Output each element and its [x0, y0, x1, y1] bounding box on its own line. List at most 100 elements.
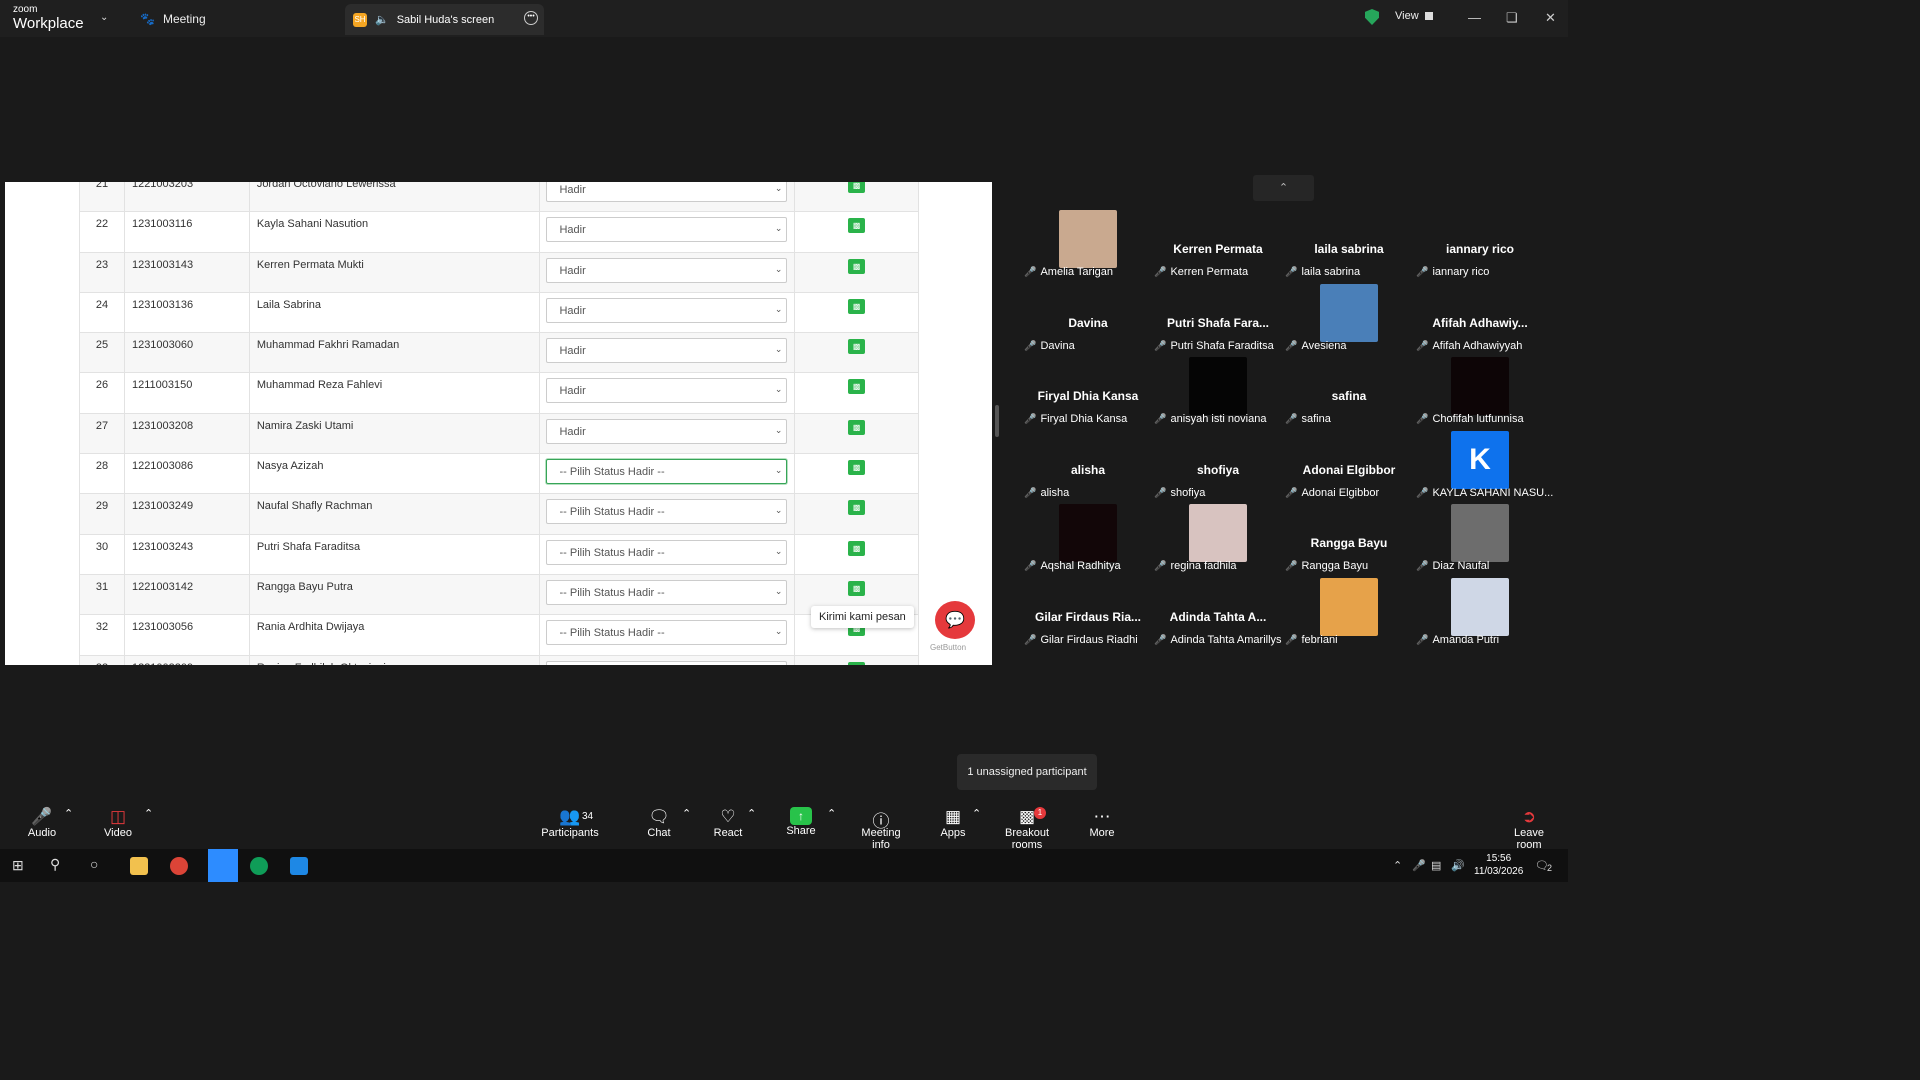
video-options-caret[interactable]: ⌃	[144, 807, 153, 820]
status-select[interactable]: Hadir ⌄	[546, 338, 788, 364]
gallery-scroll-up-button[interactable]: ⌃	[1253, 175, 1314, 201]
participant-tile[interactable]: iannary rico 🎤 iannary rico	[1416, 218, 1544, 288]
status-select[interactable]: -- Pilih Status Hadir --⌄	[546, 620, 788, 646]
video-button[interactable]: ◫ Video	[102, 807, 134, 839]
tab-shared-screen[interactable]: SH 🔈 Sabil Huda's screen •••	[345, 4, 544, 35]
save-button[interactable]: ▩	[848, 500, 866, 516]
participant-tile[interactable]: shofiya 🎤 shofiya	[1154, 439, 1282, 509]
save-button[interactable]: ▩	[848, 540, 866, 556]
participant-name-label: 🎤 Davina	[1024, 340, 1075, 352]
status-select[interactable]: Hadir ⌄	[546, 418, 788, 444]
more-button[interactable]: ⋯ More	[1088, 807, 1116, 839]
chat-widget-button[interactable]: 💬	[935, 601, 975, 639]
meeting-info-button[interactable]: ⓘ Meeting info	[852, 807, 910, 851]
save-icon: ▩	[852, 221, 861, 231]
share-icon: ↑	[790, 807, 812, 825]
participant-tile[interactable]: Adinda Tahta A... 🎤 Adinda Tahta Amarillys	[1154, 586, 1282, 656]
tab-meeting[interactable]: 🐾 Meeting	[140, 0, 206, 37]
tray-chevron-icon[interactable]: ⌃	[1393, 859, 1402, 872]
save-button[interactable]: ▩	[848, 298, 866, 314]
breakout-rooms-button[interactable]: ▩ Breakout rooms	[992, 807, 1062, 851]
participant-tile[interactable]: 🎤 febriani	[1285, 578, 1413, 656]
chrome-profile-icon[interactable]	[250, 857, 268, 875]
chat-widget-label[interactable]: Kirimi kami pesan	[811, 606, 914, 628]
participant-tile[interactable]: 🎤 Avesiena	[1285, 284, 1413, 362]
save-button[interactable]: ▩	[848, 258, 866, 274]
split-resize-handle[interactable]	[995, 405, 999, 437]
status-select[interactable]: -- Pilih Status Hadir --⌄	[546, 459, 788, 485]
participant-tile[interactable]: 🎤 Diaz Naufal	[1416, 504, 1544, 582]
participant-tile[interactable]: 🎤 Amelia Tarigan	[1024, 210, 1152, 288]
audio-options-caret[interactable]: ⌃	[64, 807, 73, 820]
participant-tile[interactable]: 🎤 anisyah isti noviana	[1154, 357, 1282, 435]
chevron-down-icon[interactable]: ⌄	[100, 12, 108, 23]
file-explorer-icon[interactable]	[130, 857, 148, 875]
save-button[interactable]: ▩	[848, 339, 866, 355]
react-button[interactable]: ♡ React	[713, 807, 743, 839]
chrome-icon[interactable]	[170, 857, 188, 875]
zoom-taskbar-icon[interactable]	[208, 849, 238, 882]
participant-display-name: safina	[1331, 389, 1367, 403]
participant-tile[interactable]: Putri Shafa Fara... 🎤 Putri Shafa Faradits…	[1154, 292, 1282, 362]
more-icon[interactable]: •••	[524, 11, 538, 25]
status-select[interactable]: -- Pilih Status Hadir --⌄	[546, 660, 788, 665]
status-select[interactable]: Hadir ⌄	[546, 297, 788, 323]
participant-tile[interactable]: 🎤 Amanda Putri	[1416, 578, 1544, 656]
status-select[interactable]: Hadir ⌄	[546, 257, 788, 283]
windows-start-icon[interactable]: ⊞	[12, 857, 24, 874]
status-select[interactable]: Hadir ⌄	[546, 378, 788, 404]
participant-tile[interactable]: Rangga Bayu 🎤 Rangga Bayu	[1285, 512, 1413, 582]
participant-tile[interactable]: alisha 🎤 alisha	[1024, 439, 1152, 509]
participant-tile[interactable]: 🎤 Chofifah lutfunnisa	[1416, 357, 1544, 435]
save-button[interactable]: ▩	[848, 218, 866, 234]
restore-icon[interactable]: ❏	[1506, 10, 1518, 26]
volume-icon[interactable]: 🔊	[1451, 859, 1465, 872]
participant-tile[interactable]: K 🎤 KAYLA SAHANI NASU...	[1416, 431, 1553, 509]
status-select[interactable]: Hadir ⌄	[546, 182, 788, 202]
participant-tile[interactable]: Gilar Firdaus Ria... 🎤 Gilar Firdaus Riadh…	[1024, 586, 1152, 656]
save-button[interactable]: ▩	[848, 460, 866, 476]
status-cell: Hadir ⌄	[540, 413, 796, 454]
save-button[interactable]: ▩	[848, 379, 866, 395]
chat-button[interactable]: 🗨 Chat	[645, 807, 673, 839]
search-icon[interactable]: ⚲	[50, 856, 60, 873]
status-select[interactable]: -- Pilih Status Hadir --⌄	[546, 539, 788, 565]
system-clock[interactable]: 15:56 11/03/2026	[1474, 852, 1523, 878]
leave-room-button[interactable]: ➲ Leave room	[1500, 807, 1558, 851]
share-button[interactable]: ↑ Share	[786, 807, 816, 837]
participant-tile[interactable]: Kerren Permata 🎤 Kerren Permata	[1154, 218, 1282, 288]
zoom-logo[interactable]: zoom Workplace	[13, 5, 84, 32]
participant-tile[interactable]: Afifah Adhawiy... 🎤 Afifah Adhawiyyah	[1416, 292, 1544, 362]
save-button[interactable]: ▩	[848, 661, 866, 665]
view-button[interactable]: View	[1395, 10, 1433, 22]
network-icon[interactable]: ▤	[1431, 859, 1441, 872]
apps-options-caret[interactable]: ⌃	[972, 807, 981, 820]
status-select[interactable]: -- Pilih Status Hadir --⌄	[546, 499, 788, 525]
react-options-caret[interactable]: ⌃	[747, 807, 756, 820]
participant-name-label: 🎤 Putri Shafa Faraditsa	[1154, 340, 1274, 352]
participant-tile[interactable]: 🎤 Aqshal Radhitya	[1024, 504, 1152, 582]
encryption-shield-icon[interactable]	[1365, 9, 1379, 25]
save-button[interactable]: ▩	[848, 580, 866, 596]
participant-tile[interactable]: laila sabrina 🎤 laila sabrina	[1285, 218, 1413, 288]
row-nim: 1231003208	[125, 413, 250, 454]
chat-options-caret[interactable]: ⌃	[682, 807, 691, 820]
save-button[interactable]: ▩	[848, 182, 866, 193]
participant-tile[interactable]: Adonai Elgibbor 🎤 Adonai Elgibbor	[1285, 439, 1413, 509]
participant-tile[interactable]: safina 🎤 safina	[1285, 365, 1413, 435]
task-view-icon[interactable]: ○	[90, 856, 98, 872]
photos-icon[interactable]	[290, 857, 308, 875]
tray-mic-icon[interactable]: 🎤	[1412, 859, 1426, 872]
chat-icon: 🗨	[648, 807, 670, 826]
participant-tile[interactable]: Davina 🎤 Davina	[1024, 292, 1152, 362]
share-options-caret[interactable]: ⌃	[827, 807, 836, 820]
participant-tile[interactable]: Firyal Dhia Kansa 🎤 Firyal Dhia Kansa	[1024, 365, 1152, 435]
audio-button[interactable]: 🎤 Audio	[26, 807, 58, 839]
apps-button[interactable]: ▦ Apps	[940, 807, 966, 839]
close-icon[interactable]: ✕	[1545, 10, 1556, 26]
status-select[interactable]: -- Pilih Status Hadir --⌄	[546, 579, 788, 605]
minimize-icon[interactable]: —	[1468, 10, 1481, 25]
status-select[interactable]: Hadir ⌄	[546, 217, 788, 243]
participant-tile[interactable]: 🎤 regina fadhila	[1154, 504, 1282, 582]
save-button[interactable]: ▩	[848, 419, 866, 435]
